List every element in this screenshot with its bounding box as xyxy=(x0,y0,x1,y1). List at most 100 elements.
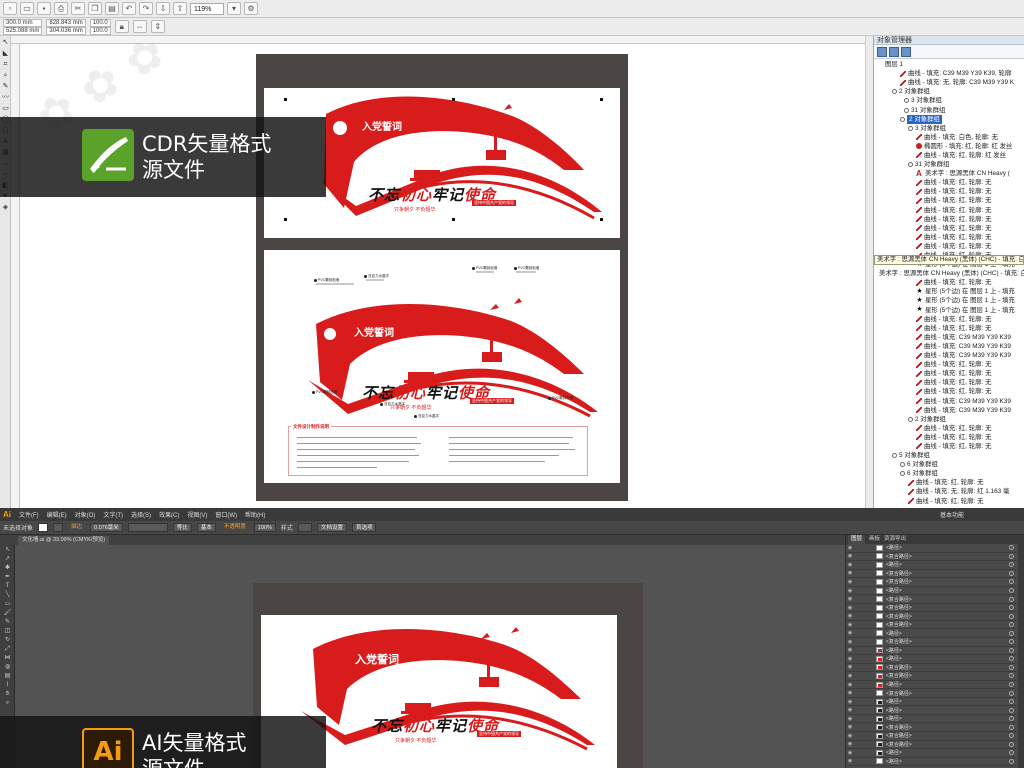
import-icon[interactable]: ⇩ xyxy=(156,2,170,15)
target-circle-icon[interactable] xyxy=(1009,562,1014,568)
object-tree-row[interactable]: ★星形 (5个边) 在 图层 1 上 - 填充 xyxy=(874,296,1024,305)
object-tree-row[interactable]: 曲线 - 填充: 红, 轮廓: 无 xyxy=(874,378,1024,387)
object-tree-row[interactable]: 曲线 - 填充: 红, 轮廓: 无 xyxy=(874,497,1024,506)
object-tree-row[interactable]: 美术字 : 思源黑体 CN Heavy (黑体) (CHC) - 填充: 白 xyxy=(874,269,1024,278)
layer-row[interactable]: ◉ <路径> xyxy=(846,647,1024,656)
target-circle-icon[interactable] xyxy=(1009,682,1014,688)
scale-y-field[interactable]: 100.0 xyxy=(89,26,111,35)
menu-select[interactable]: 选择(S) xyxy=(131,510,151,519)
layer-row[interactable]: ◉ <复合路径> xyxy=(846,664,1024,673)
x-position-field[interactable]: 300.0 mm xyxy=(3,18,43,27)
menu-help[interactable]: 帮助(H) xyxy=(245,510,265,519)
document-tab[interactable]: 文化墙.ai @ 33.09% (CMYK/预览) xyxy=(18,536,110,545)
visibility-eye-icon[interactable]: ◉ xyxy=(846,716,854,722)
object-tree-row[interactable]: 曲线 - 填充: C39 M39 Y39 K39 xyxy=(874,342,1024,351)
paintbrush-tool-icon[interactable]: 🖌︎ xyxy=(3,610,12,617)
object-tree-row[interactable]: 曲线 - 填充: 红, 轮廓: 无 xyxy=(874,433,1024,442)
eyedropper-tool-icon[interactable]: ⌇ xyxy=(3,682,12,689)
object-tree-row[interactable]: 5 对象群组 xyxy=(874,451,1024,460)
layer-row[interactable]: ◉ <路径> xyxy=(846,544,1024,553)
tab-artboards[interactable]: 画板 xyxy=(869,535,880,544)
object-tree-row[interactable]: 2 对象群组 xyxy=(874,114,1024,124)
layer-row[interactable]: ◉ <复合路径> xyxy=(846,732,1024,741)
visibility-eye-icon[interactable]: ◉ xyxy=(846,596,854,602)
target-circle-icon[interactable] xyxy=(1009,613,1014,619)
target-circle-icon[interactable] xyxy=(1009,758,1014,764)
menu-type[interactable]: 文字(T) xyxy=(103,510,123,519)
opacity-field[interactable]: 100% xyxy=(253,523,276,532)
target-circle-icon[interactable] xyxy=(1009,707,1014,713)
zoom-tool-icon[interactable]: ⌕ xyxy=(3,700,12,707)
object-tree-row[interactable]: 曲线 - 填充: 红, 轮廓: 无 xyxy=(874,324,1024,333)
visibility-eye-icon[interactable]: ◉ xyxy=(846,664,854,670)
visibility-eye-icon[interactable]: ◉ xyxy=(846,545,854,551)
line-tool-icon[interactable]: ╲ xyxy=(3,592,12,599)
object-tree-row[interactable]: 曲线 - 填充: C39 M39 Y39 K39 xyxy=(874,333,1024,342)
freehand-tool-icon[interactable]: ✎ xyxy=(1,82,10,91)
open-icon[interactable]: ▭ xyxy=(20,2,34,15)
opacity-label[interactable]: 不透明度 xyxy=(221,523,249,532)
stroke-weight-field[interactable]: 0.076毫米 xyxy=(90,523,123,532)
width-tool-icon[interactable]: ⋈ xyxy=(3,655,12,662)
layer-row[interactable]: ◉ <复合路径> xyxy=(846,612,1024,621)
object-tree-row[interactable]: 2 对象群组 xyxy=(874,415,1024,424)
object-tree-row[interactable]: A 美术字 : 思源黑体 CN Heavy ( xyxy=(874,169,1024,178)
target-circle-icon[interactable] xyxy=(1009,750,1014,756)
visibility-eye-icon[interactable]: ◉ xyxy=(846,622,854,628)
undo-icon[interactable]: ↶ xyxy=(122,2,136,15)
artistic-media-icon[interactable]: 〰 xyxy=(1,93,10,102)
visibility-eye-icon[interactable]: ◉ xyxy=(846,630,854,636)
shape-tool-icon[interactable]: ◣ xyxy=(1,49,10,58)
stroke-label[interactable]: 描边 xyxy=(68,523,85,532)
layer-row[interactable]: ◉ <路径> xyxy=(846,629,1024,639)
object-tree-row[interactable]: ★星形 (5个边) 在 图层 1 上 - 填充 xyxy=(874,306,1024,315)
scale-tool-icon[interactable]: ⤢ xyxy=(3,646,12,653)
selection-handle[interactable] xyxy=(452,218,455,221)
selection-handle[interactable] xyxy=(284,218,287,221)
workspace-switcher[interactable]: 基本功能 xyxy=(940,510,964,519)
print-icon[interactable]: ⎙ xyxy=(54,2,68,15)
visibility-eye-icon[interactable]: ◉ xyxy=(846,673,854,679)
menu-object[interactable]: 对象(O) xyxy=(75,510,96,519)
rectangle-tool-icon[interactable]: ▭ xyxy=(1,104,10,113)
export-icon[interactable]: ⇧ xyxy=(173,2,187,15)
pen-tool-icon[interactable]: ✒ xyxy=(3,574,12,581)
selection-handle[interactable] xyxy=(600,218,603,221)
target-circle-icon[interactable] xyxy=(1009,639,1014,645)
visibility-eye-icon[interactable]: ◉ xyxy=(846,553,854,559)
object-tree-row[interactable]: 曲线 - 填充: 红, 轮廓: 红 发丝 xyxy=(874,151,1024,160)
options-icon[interactable]: ⚙ xyxy=(244,2,258,15)
cdr-drawing-canvas[interactable]: 入党誓词 不忘初心牢记使命 只争朝夕 不负韶华 坚持中国共产党的领导 入党誓词 … xyxy=(20,44,865,508)
layer-row[interactable]: ◉ <复合路径> xyxy=(846,595,1024,604)
selection-handle[interactable] xyxy=(600,98,603,101)
target-circle-icon[interactable] xyxy=(1009,724,1014,730)
target-circle-icon[interactable] xyxy=(1009,699,1014,705)
zoom-level-field[interactable]: 119% xyxy=(190,2,224,15)
target-circle-icon[interactable] xyxy=(1009,690,1014,696)
layer-row[interactable]: ◉ <复合路径> xyxy=(846,604,1024,613)
object-tree-row[interactable]: 曲线 - 填充: C39 M39 Y39 K39 xyxy=(874,406,1024,415)
target-circle-icon[interactable] xyxy=(1009,545,1014,551)
type-tool-icon[interactable]: T xyxy=(3,583,12,590)
edit-across-layers-icon[interactable] xyxy=(889,47,899,57)
object-tree-row[interactable]: 3 对象群组 xyxy=(874,124,1024,133)
object-tree-row[interactable]: 曲线 - 填充: 红, 轮廓: 无 xyxy=(874,360,1024,369)
target-circle-icon[interactable] xyxy=(1009,733,1014,739)
cdr-vertical-scrollbar[interactable] xyxy=(865,36,873,508)
fill-swatch[interactable] xyxy=(38,523,49,532)
redo-icon[interactable]: ↷ xyxy=(139,2,153,15)
layers-scrollbar[interactable] xyxy=(1018,544,1024,768)
visibility-eye-icon[interactable]: ◉ xyxy=(846,647,854,653)
layer-row[interactable]: ◉ <复合路径> xyxy=(846,672,1024,681)
visibility-eye-icon[interactable]: ◉ xyxy=(846,588,854,594)
target-circle-icon[interactable] xyxy=(1009,673,1014,679)
snap-icon[interactable]: ▾ xyxy=(227,2,241,15)
target-circle-icon[interactable] xyxy=(1009,664,1014,670)
object-tree-row[interactable]: 图层 1 xyxy=(874,60,1024,69)
tab-asset-export[interactable]: 资源导出 xyxy=(884,535,906,544)
brush-definition-select[interactable]: 基本 xyxy=(196,523,216,532)
visibility-eye-icon[interactable]: ◉ xyxy=(846,562,854,568)
visibility-eye-icon[interactable]: ◉ xyxy=(846,707,854,713)
layer-row[interactable]: ◉ <路径> xyxy=(846,681,1024,690)
object-tree-row[interactable]: 曲线 - 填充: 红, 轮廓: 无 xyxy=(874,242,1024,251)
